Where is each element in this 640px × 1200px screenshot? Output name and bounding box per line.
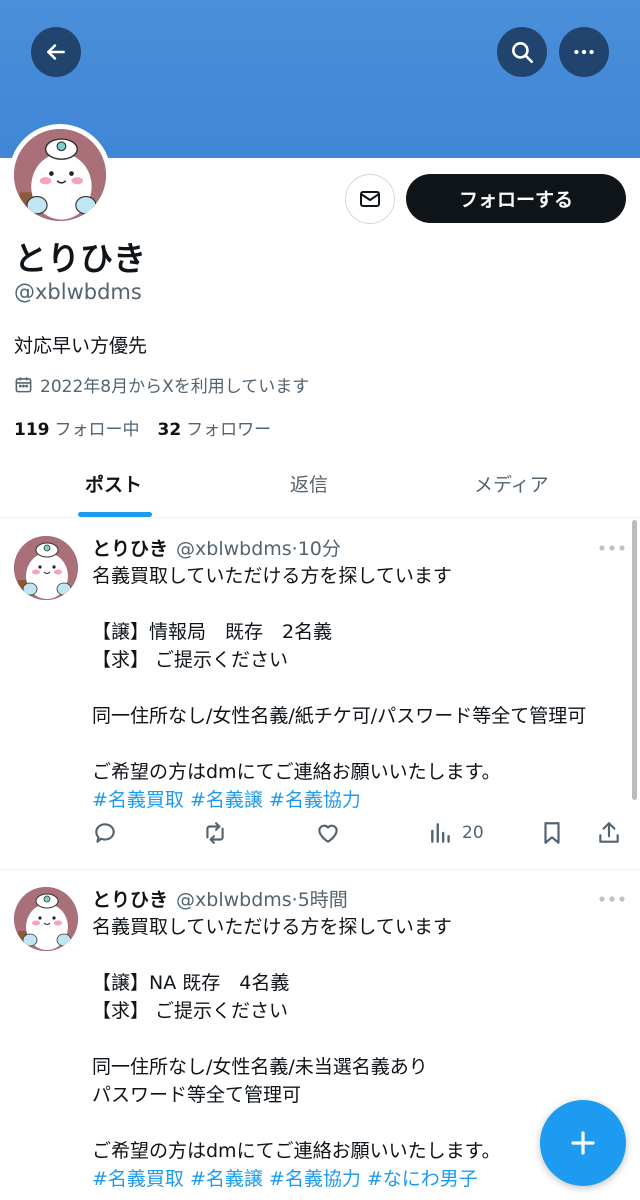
avatar-illustration [14,129,106,221]
tweet-author-name[interactable]: とりひき [92,534,168,561]
search-icon [512,42,534,64]
avatar-illustration [14,536,78,600]
tweet-author-name[interactable]: とりひき [92,885,168,912]
reply-button[interactable] [92,820,118,846]
tweet-header: とりひき @xblwbdms·5時間 [92,885,348,912]
arrow-left-icon [47,44,65,60]
repost-button[interactable] [202,820,228,846]
profile-banner [0,0,640,158]
tweet-line: 【譲】NA 既存 4名義 [92,972,290,994]
user-handle: @xblwbdms [14,280,142,304]
mail-icon [360,191,380,207]
followers-label: フォロワー [186,420,272,440]
display-name: とりひき [14,239,146,278]
tab-posts[interactable]: ポスト [85,470,142,497]
like-button[interactable] [315,820,341,846]
tweet-line [92,590,632,618]
repost-icon [206,822,224,844]
joined-text: 2022年8月からXを利用しています [40,377,310,397]
tweet-line: 【求】 ご提示ください [92,649,289,671]
profile-bio: 対応早い方優先 [14,335,148,357]
bookmark-icon [544,822,560,844]
tweet-text: 名義買取していただける方を探しています 【譲】情報局 既存 2名義 【求】 ご提… [92,562,632,814]
tweet-hashtags[interactable]: #名義買取 #名義譲 #名義協力 [92,786,632,814]
more-horizontal-icon[interactable] [598,544,626,552]
tweet-divider [0,869,640,870]
tweet-line [92,941,632,969]
tab-replies[interactable]: 返信 [290,470,328,497]
avatar-illustration [14,887,78,951]
tweet-line: 【求】 ご提示ください [92,1000,289,1022]
tweet-meta: @xblwbdms·10分 [176,538,341,560]
tweet-actions: 20 [0,820,640,852]
views-count: 20 [462,823,484,843]
reply-icon [95,823,115,843]
profile-avatar[interactable] [9,124,111,226]
heart-icon [318,824,338,843]
followers-count: 32 [157,420,182,440]
share-button[interactable] [596,820,622,846]
more-button[interactable] [559,27,609,77]
tweet-line: 名義買取していただける方を探しています [92,565,452,587]
search-button[interactable] [497,27,547,77]
views-button[interactable]: 20 [428,820,484,846]
tweet-line: 同一住所なし/女性名義/紙チケ可/パスワード等全て管理可 [92,705,587,727]
more-horizontal-icon [574,49,594,55]
profile-tabs: ポスト 返信 メディア [0,450,640,518]
compose-button[interactable] [540,1100,626,1186]
tweet-avatar[interactable] [14,536,78,600]
active-tab-indicator [78,512,152,517]
following-label: フォロー中 [54,420,140,440]
follow-stats: 119 フォロー中 32 フォロワー [14,415,271,440]
tab-media[interactable]: メディア [474,470,549,497]
plus-icon [571,1131,595,1155]
tweet-line: 【譲】情報局 既存 2名義 [92,621,333,643]
tweet-line [92,730,632,758]
bookmark-button[interactable] [539,820,565,846]
tweet-line [92,1025,632,1053]
tweet-line [92,674,632,702]
calendar-icon [15,377,32,393]
tweet-line: ご希望の方はdmにてご連絡お願いいたします。 [92,761,501,783]
follow-button[interactable]: フォローする [406,174,626,223]
tweet-meta: @xblwbdms·5時間 [176,889,348,911]
tweet-avatar[interactable] [14,887,78,951]
more-horizontal-icon[interactable] [598,895,626,903]
tweet-line: 名義買取していただける方を探しています [92,916,452,938]
share-icon [599,822,619,843]
views-icon [431,823,450,843]
following-link[interactable]: 119 フォロー中 [14,415,140,440]
scrollbar[interactable] [632,520,637,800]
followers-link[interactable]: 32 フォロワー [158,415,272,440]
joined-date: 2022年8月からXを利用しています [14,372,309,397]
tweet-line: パスワード等全て管理可 [92,1084,302,1106]
message-button[interactable] [345,174,395,224]
back-button[interactable] [31,27,81,77]
tweet-line: 同一住所なし/女性名義/未当選名義あり [92,1056,428,1078]
following-count: 119 [14,420,50,440]
tweet-header: とりひき @xblwbdms·10分 [92,534,341,561]
